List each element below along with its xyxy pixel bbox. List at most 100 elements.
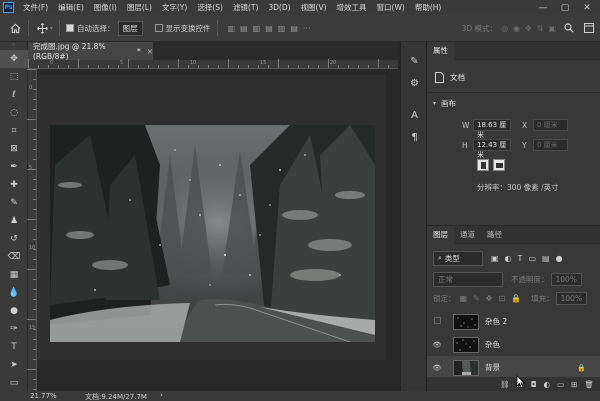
paragraph-icon[interactable]: ¶ [401, 126, 428, 148]
tab-paths[interactable]: 路径 [481, 226, 508, 244]
align-bottom-icon[interactable]: ▤ [290, 24, 298, 33]
collapse-handle[interactable]: » [0, 42, 27, 50]
maximize-button[interactable]: ▢ [554, 3, 576, 13]
pixel-filter-icon[interactable]: ▣ [491, 254, 499, 263]
blend-mode-dropdown[interactable]: 正常 [433, 272, 503, 287]
visibility-toggle-off[interactable] [431, 317, 443, 326]
close-tab-icon[interactable]: × [147, 47, 153, 56]
align-center-icon[interactable]: ▤ [240, 24, 248, 33]
menu-type[interactable]: 文字(Y) [157, 2, 192, 13]
type-tool-icon[interactable]: T [0, 338, 28, 356]
path-select-tool-icon[interactable]: ➤ [0, 356, 28, 374]
lasso-tool-icon[interactable]: ℓ [0, 86, 28, 104]
chevron-down-icon[interactable]: ▾ [50, 25, 53, 32]
tab-channels[interactable]: 通道 [454, 226, 481, 244]
adjustment-layer-icon[interactable]: ◐ [544, 380, 551, 389]
eraser-tool-icon[interactable]: ⌫ [0, 248, 28, 266]
layer-filter-dropdown[interactable]: ⌕ 类型 [433, 251, 483, 266]
brush-tool-icon[interactable]: ✎ [0, 194, 28, 212]
lock-paint-icon[interactable]: ✎ [473, 294, 480, 303]
marquee-tool-icon[interactable]: ⬚ [0, 68, 28, 86]
adjustments-icon[interactable]: ⚙ [401, 72, 428, 94]
healing-brush-tool-icon[interactable]: ✚ [0, 176, 28, 194]
3d-slide-icon[interactable]: ⇅ [537, 24, 544, 33]
lock-artboard-icon[interactable]: ⊡ [498, 294, 505, 303]
tab-properties[interactable]: 属性 [427, 41, 454, 60]
workspace-icon[interactable] [582, 21, 596, 35]
lock-pixels-icon[interactable]: ▦ [460, 294, 468, 303]
menu-file[interactable]: 文件(F) [18, 2, 53, 13]
y-field[interactable]: 0 厘米 [533, 139, 568, 151]
zoom-level[interactable]: 21.77% [30, 392, 57, 400]
blur-tool-icon[interactable]: 💧 [0, 284, 28, 302]
x-field[interactable]: 0 厘米 [533, 119, 568, 131]
clone-stamp-tool-icon[interactable]: ♟ [0, 212, 28, 230]
align-top-icon[interactable]: ▤ [265, 24, 273, 33]
3d-roll-icon[interactable]: ◉ [513, 24, 520, 33]
move-tool-icon[interactable]: ✥ [0, 50, 28, 68]
move-tool-icon[interactable] [35, 21, 49, 35]
menu-help[interactable]: 帮助(H) [410, 2, 447, 13]
opacity-field[interactable]: 100% [550, 273, 582, 286]
auto-select-checkbox[interactable] [66, 24, 75, 32]
menu-plugins[interactable]: 增效工具 [332, 2, 372, 13]
new-group-icon[interactable]: ▭ [557, 380, 564, 389]
3d-scale-icon[interactable]: ▣ [548, 24, 556, 33]
lock-all-icon[interactable]: 🔒 [511, 294, 521, 303]
menu-select[interactable]: 选择(S) [192, 2, 228, 13]
width-field[interactable]: 18.63 厘米 [473, 119, 511, 139]
delete-layer-icon[interactable]: 🗑 [584, 380, 594, 389]
document-tab[interactable]: 完成图.jpg @ 21.8%(RGB/8#) * × [28, 42, 153, 61]
layer-row-background[interactable]: 👁 背景 🔒 [427, 356, 600, 379]
menu-window[interactable]: 窗口(W) [372, 2, 410, 13]
menu-view[interactable]: 视图(V) [296, 2, 332, 13]
crop-tool-icon[interactable]: ⌗ [0, 122, 28, 140]
menu-edit[interactable]: 编辑(E) [53, 2, 89, 13]
status-menu-arrow[interactable]: › [160, 391, 163, 399]
height-field[interactable]: 12.43 厘米 [473, 139, 511, 159]
eyedropper-tool-icon[interactable]: ✒ [0, 158, 28, 176]
frame-tool-icon[interactable]: ⊠ [0, 140, 28, 158]
smart-object-filter-icon[interactable]: ▤ [542, 254, 550, 263]
dodge-tool-icon[interactable]: ● [0, 302, 28, 320]
gradient-tool-icon[interactable]: ▦ [0, 266, 28, 284]
forest-photo[interactable] [50, 125, 375, 342]
pen-tool-icon[interactable]: ✑ [0, 320, 28, 338]
align-middle-icon[interactable]: ▥ [278, 24, 286, 33]
type-filter-icon[interactable]: T [518, 254, 523, 263]
eye-icon[interactable]: 👁 [431, 364, 443, 372]
new-layer-icon[interactable]: ⊞ [571, 380, 577, 389]
portrait-orientation-icon[interactable] [477, 159, 489, 171]
landscape-orientation-icon[interactable] [493, 159, 505, 171]
close-button[interactable]: ✕ [576, 3, 598, 13]
menu-filter[interactable]: 滤镜(T) [228, 2, 263, 13]
eye-icon[interactable]: 👁 [431, 341, 443, 349]
layer-row-noise-2[interactable]: 杂色 2 [427, 310, 600, 333]
minimize-button[interactable]: — [532, 3, 554, 13]
3d-pan-icon[interactable]: ✥ [525, 24, 532, 33]
canvas-section-header[interactable]: ▾ 画布 [433, 98, 456, 109]
adjustment-filter-icon[interactable]: ◐ [505, 254, 512, 263]
tab-layers[interactable]: 图层 [427, 225, 454, 244]
filter-toggle-icon[interactable]: ● [556, 254, 563, 263]
fill-field[interactable]: 100% [555, 292, 588, 305]
3d-orbit-icon[interactable]: ◎ [501, 24, 508, 33]
menu-layer[interactable]: 图层(L) [122, 2, 157, 13]
show-transform-checkbox[interactable] [154, 24, 163, 32]
quick-select-tool-icon[interactable]: ◌ [0, 104, 28, 122]
history-brush-tool-icon[interactable]: ↺ [0, 230, 28, 248]
auto-select-dropdown[interactable]: 图层 [117, 20, 143, 36]
shape-tool-icon[interactable]: ▭ [0, 374, 28, 392]
lock-position-icon[interactable]: ✥ [486, 294, 493, 303]
shape-filter-icon[interactable]: ▭ [528, 254, 536, 263]
align-left-icon[interactable]: ▥ [228, 24, 236, 33]
layer-row-noise[interactable]: 👁 杂色 [427, 333, 600, 356]
brush-settings-icon[interactable]: ✎ [401, 50, 428, 72]
add-mask-icon[interactable]: ◘ [531, 380, 537, 389]
search-icon[interactable] [562, 21, 576, 35]
menu-image[interactable]: 图像(I) [89, 2, 122, 13]
home-icon[interactable] [8, 21, 22, 35]
align-right-icon[interactable]: ▥ [253, 24, 261, 33]
more-options-icon[interactable]: ··· [303, 24, 311, 33]
menu-3d[interactable]: 3D(D) [263, 3, 295, 12]
